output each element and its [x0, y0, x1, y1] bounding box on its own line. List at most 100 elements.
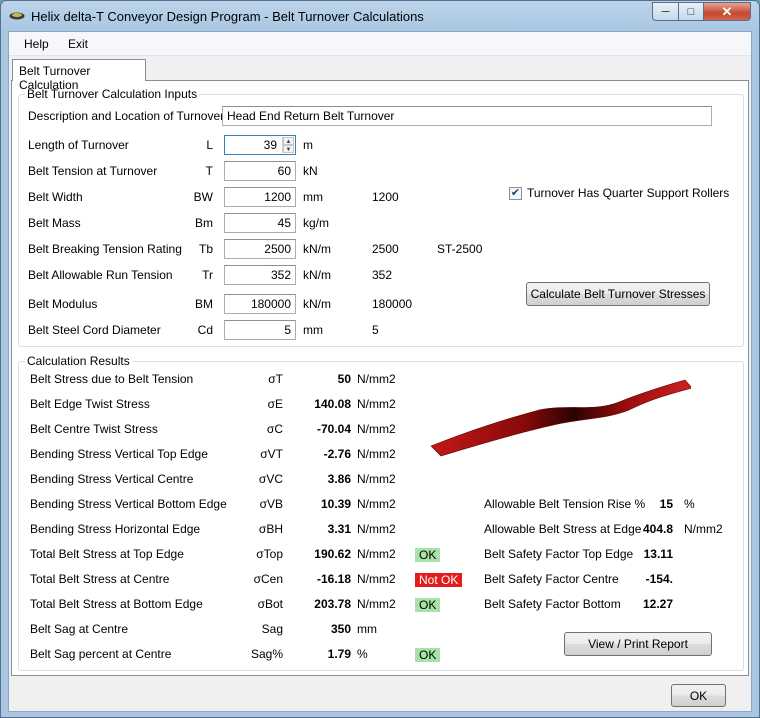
summary-label: Allowable Belt Tension Rise % [484, 497, 646, 511]
belt-grade: ST-2500 [437, 242, 483, 256]
summary-label: Belt Safety Factor Centre [484, 572, 619, 586]
minimize-button[interactable]: ─ [652, 2, 679, 21]
result-unit: N/mm2 [357, 572, 396, 586]
status-badge: OK [415, 648, 441, 662]
input-value-field[interactable]: 5 [224, 320, 296, 340]
input-label: Belt Mass [28, 216, 81, 230]
result-label: Bending Stress Vertical Top Edge [30, 447, 208, 461]
input-unit: kN/m [303, 242, 331, 256]
view-print-report-button[interactable]: View / Print Report [564, 632, 712, 656]
result-label: Total Belt Stress at Bottom Edge [30, 597, 203, 611]
input-symbol: Tr [202, 268, 213, 282]
result-value: 10.39 [320, 497, 351, 511]
input-current-value: 180000 [372, 297, 413, 311]
result-value: 203.78 [314, 597, 351, 611]
summary-unit: N/mm2 [684, 522, 723, 536]
close-icon: ✕ [721, 3, 733, 19]
summary-value: 404.8 [642, 522, 673, 536]
input-value-field[interactable]: 60 [224, 161, 296, 181]
spin-down-icon[interactable]: ▼ [283, 145, 294, 153]
app-icon [9, 12, 25, 20]
input-value-field[interactable]: 45 [224, 213, 296, 233]
result-symbol: σT [268, 372, 283, 386]
result-value: 140.08 [314, 397, 351, 411]
maximize-icon: □ [687, 5, 695, 18]
input-symbol: BM [195, 297, 213, 311]
result-value: -16.18 [316, 572, 351, 586]
input-label: Belt Allowable Run Tension [28, 268, 173, 282]
input-value-field[interactable]: 180000 [224, 294, 296, 314]
input-value-field[interactable]: 2500 [224, 239, 296, 259]
input-label: Belt Width [28, 190, 83, 204]
input-label: Belt Steel Cord Diameter [28, 323, 161, 337]
result-symbol: Sag% [250, 647, 283, 661]
result-unit: N/mm2 [357, 447, 396, 461]
result-symbol: σVC [258, 472, 283, 486]
result-unit: N/mm2 [357, 472, 396, 486]
result-unit: % [357, 647, 368, 661]
menu-help[interactable]: Help [24, 37, 49, 51]
input-symbol: BW [193, 190, 213, 204]
result-value: 350 [330, 622, 351, 636]
result-unit: N/mm2 [357, 497, 396, 511]
results-group: Calculation Results Belt Stress due to B… [18, 354, 744, 671]
input-unit: m [303, 138, 313, 152]
summary-value: 15 [659, 497, 673, 511]
menu-exit[interactable]: Exit [68, 37, 88, 51]
result-unit: N/mm2 [357, 372, 396, 386]
tab-panel: Belt Turnover Calculation Inputs Descrip… [11, 80, 749, 676]
quarter-rollers-label[interactable]: Turnover Has Quarter Support Rollers [527, 186, 729, 200]
menu-bar: Help Exit [9, 32, 751, 56]
summary-unit: % [684, 497, 695, 511]
title-bar[interactable]: Helix delta-T Conveyor Design Program - … [1, 1, 759, 31]
description-input[interactable]: Head End Return Belt Turnover [222, 106, 712, 126]
summary-value: 13.11 [643, 547, 673, 561]
input-current-value: 5 [372, 323, 379, 337]
description-label: Description and Location of Turnover [28, 109, 225, 123]
summary-label: Belt Safety Factor Bottom [484, 597, 621, 611]
input-label: Belt Breaking Tension Rating [28, 242, 182, 256]
input-symbol: Cd [197, 323, 213, 337]
result-label: Belt Sag at Centre [30, 622, 129, 636]
close-button[interactable]: ✕ [703, 2, 751, 21]
input-symbol: L [206, 138, 213, 152]
input-unit: kN [303, 164, 318, 178]
result-label: Bending Stress Vertical Centre [30, 472, 194, 486]
input-current-value: 1200 [372, 190, 399, 204]
ok-button[interactable]: OK [671, 684, 726, 707]
result-value: 50 [337, 372, 351, 386]
input-value-field[interactable]: 1200 [224, 187, 296, 207]
result-symbol: σBH [258, 522, 283, 536]
result-value: 190.62 [314, 547, 351, 561]
result-symbol: σC [266, 422, 283, 436]
result-label: Belt Edge Twist Stress [30, 397, 150, 411]
input-value-field[interactable]: 352 [224, 265, 296, 285]
input-current-value: 352 [372, 268, 393, 282]
result-symbol: σTop [256, 547, 283, 561]
result-label: Total Belt Stress at Centre [30, 572, 170, 586]
input-unit: kN/m [303, 297, 331, 311]
result-unit: N/mm2 [357, 422, 396, 436]
result-unit: mm [357, 622, 377, 636]
input-label: Length of Turnover [28, 138, 129, 152]
maximize-button[interactable]: □ [678, 2, 704, 21]
result-value: -70.04 [316, 422, 351, 436]
minimize-icon: ─ [661, 5, 670, 18]
results-group-title: Calculation Results [25, 354, 132, 368]
inputs-group: Belt Turnover Calculation Inputs Descrip… [18, 87, 744, 347]
window-title: Helix delta-T Conveyor Design Program - … [31, 9, 424, 24]
result-label: Belt Centre Twist Stress [30, 422, 158, 436]
calculate-stresses-button[interactable]: Calculate Belt Turnover Stresses [526, 282, 710, 306]
result-symbol: Sag [261, 622, 283, 636]
result-symbol: σCen [253, 572, 283, 586]
length-spinner[interactable]: ▲ ▼ [282, 137, 294, 153]
result-value: 3.86 [327, 472, 351, 486]
tab-belt-turnover-calculation[interactable]: Belt Turnover Calculation [12, 59, 146, 92]
result-label: Bending Stress Horizontal Edge [30, 522, 201, 536]
input-label: Belt Modulus [28, 297, 98, 311]
client-area: Help Exit Belt Turnover Calculation Belt… [8, 31, 752, 712]
quarter-rollers-checkbox[interactable]: ✔ [509, 187, 522, 200]
input-unit: kN/m [303, 268, 331, 282]
spin-up-icon[interactable]: ▲ [283, 137, 294, 145]
result-label: Bending Stress Vertical Bottom Edge [30, 497, 227, 511]
